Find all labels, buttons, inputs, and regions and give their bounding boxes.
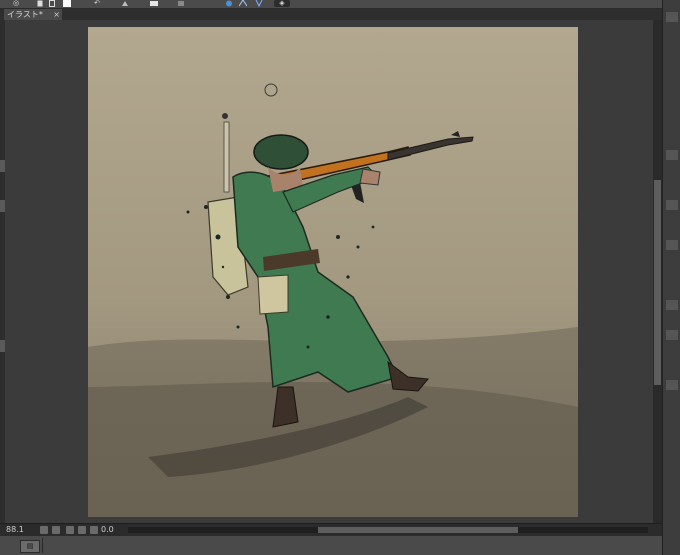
transform-icon[interactable] <box>120 0 130 7</box>
flip-icon[interactable] <box>238 0 248 7</box>
eye-icon[interactable]: ◎ <box>10 0 22 7</box>
bottom-toolbar: ▤ <box>0 536 662 555</box>
undo-icon[interactable]: ↶ <box>90 0 104 7</box>
tab-illustration[interactable]: イラスト* × <box>4 9 62 20</box>
panel-tab[interactable] <box>666 240 678 250</box>
zoom-out-icon[interactable] <box>40 526 48 534</box>
layer-panel-button[interactable]: ▤ <box>20 540 40 553</box>
artwork <box>88 27 578 517</box>
tab-bar: イラスト* × <box>0 9 662 20</box>
panel-tab[interactable] <box>666 330 678 340</box>
right-panel-edge <box>662 0 680 555</box>
vertical-scrollbar[interactable] <box>653 20 662 523</box>
status-bar: 88.1 0.0 <box>0 523 662 536</box>
illustration-canvas[interactable] <box>88 27 578 517</box>
horizontal-scrollbar[interactable] <box>128 527 648 533</box>
panel-tab[interactable] <box>666 12 678 22</box>
rotation-angle[interactable]: 0.0 <box>101 525 114 535</box>
panel-tab[interactable] <box>666 200 678 210</box>
vertical-scroll-thumb[interactable] <box>654 180 661 385</box>
close-icon[interactable]: × <box>53 9 60 20</box>
rotate-icon[interactable] <box>90 526 98 534</box>
color-swatch-icon[interactable] <box>62 0 72 7</box>
panel-tab[interactable] <box>666 150 678 160</box>
new-file-icon[interactable] <box>48 0 56 7</box>
rotate-icon[interactable] <box>224 0 234 7</box>
panel-tab[interactable] <box>666 380 678 390</box>
horizontal-scroll-thumb[interactable] <box>318 527 518 533</box>
top-toolbar: ◎ ↶ ◈ <box>0 0 680 9</box>
fit-icon[interactable] <box>66 526 74 534</box>
panel-tab[interactable] <box>666 300 678 310</box>
wand-icon[interactable] <box>254 0 264 7</box>
actual-size-icon[interactable] <box>78 526 86 534</box>
navigator-icon[interactable] <box>176 0 186 7</box>
zoom-in-icon[interactable] <box>52 526 60 534</box>
clear-icon[interactable] <box>148 0 160 7</box>
settings-icon[interactable]: ◈ <box>274 0 290 7</box>
document-icon[interactable] <box>36 0 44 7</box>
divider <box>42 538 43 553</box>
zoom-level[interactable]: 88.1 <box>6 525 24 535</box>
tab-label: イラスト* <box>7 10 43 19</box>
